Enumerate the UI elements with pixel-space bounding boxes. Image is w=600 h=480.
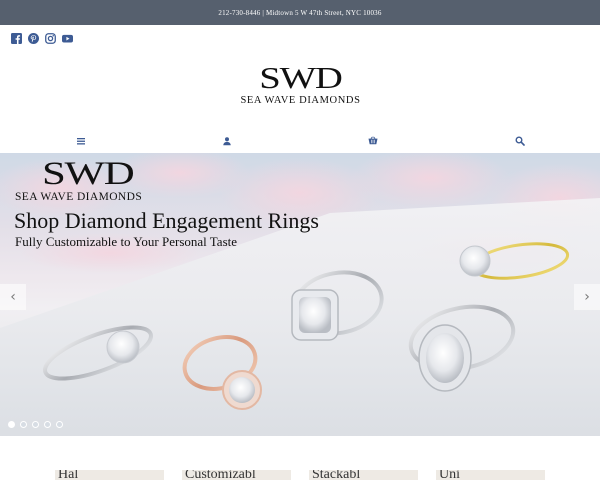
slider-dots xyxy=(8,421,63,428)
category-card-label: Uni xyxy=(439,470,460,480)
slider-next-button[interactable]: › xyxy=(574,284,600,310)
cart-icon[interactable] xyxy=(368,136,378,146)
hero-brand-name: SEA WAVE DIAMONDS xyxy=(15,191,143,203)
category-card[interactable]: Uni xyxy=(436,470,545,480)
social-links xyxy=(11,33,73,44)
category-cards: Hal Customizabl Stackabl Uni xyxy=(0,470,600,480)
hero-title: Shop Diamond Engagement Rings xyxy=(14,208,319,233)
contact-info: 212-730-8446 | Midtown 5 W 47th Street, … xyxy=(218,8,382,17)
category-card-label: Hal xyxy=(58,470,79,480)
slider-dot[interactable] xyxy=(20,421,27,428)
category-card-label: Stackabl xyxy=(312,470,361,480)
hero-subtitle: Fully Customizable to Your Personal Tast… xyxy=(15,234,238,249)
menu-icon[interactable] xyxy=(76,136,86,146)
slider-dot[interactable] xyxy=(32,421,39,428)
category-card-label: Customizabl xyxy=(185,470,256,480)
category-card[interactable]: Hal xyxy=(55,470,164,480)
main-nav xyxy=(0,131,600,153)
category-card[interactable]: Stackabl xyxy=(309,470,418,480)
site-logo[interactable]: SWD SEA WAVE DIAMONDS xyxy=(232,62,369,115)
slider-dot[interactable] xyxy=(44,421,51,428)
facebook-icon[interactable] xyxy=(11,33,22,44)
category-card[interactable]: Customizabl xyxy=(182,470,291,480)
slider-dot[interactable] xyxy=(56,421,63,428)
top-contact-bar: 212-730-8446 | Midtown 5 W 47th Street, … xyxy=(0,0,600,25)
logo-wordmark: SEA WAVE DIAMONDS xyxy=(240,95,361,106)
hero-slider[interactable]: SWD SEA WAVE DIAMONDS Shop Diamond Engag… xyxy=(0,153,600,436)
slider-dot[interactable] xyxy=(8,421,15,428)
hero-monogram: SWD xyxy=(42,156,135,192)
instagram-icon[interactable] xyxy=(45,33,56,44)
youtube-icon[interactable] xyxy=(62,33,73,44)
slider-prev-button[interactable]: ‹ xyxy=(0,284,26,310)
account-icon[interactable] xyxy=(222,136,232,146)
pinterest-icon[interactable] xyxy=(28,33,39,44)
search-icon[interactable] xyxy=(515,136,525,146)
logo-monogram: SWD xyxy=(259,60,343,95)
